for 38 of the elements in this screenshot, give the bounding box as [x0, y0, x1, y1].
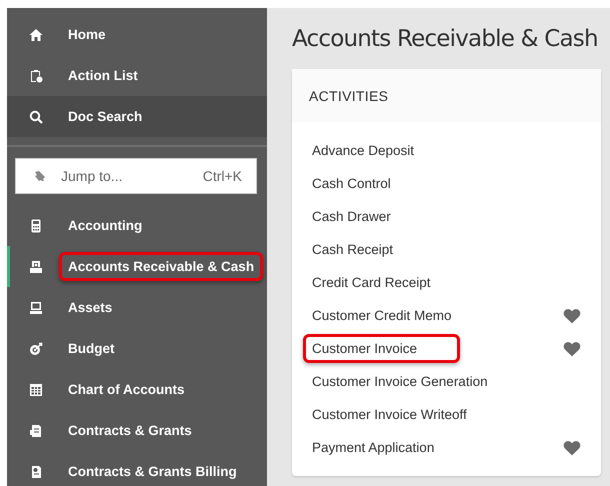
- activity-link[interactable]: Customer Credit Memo: [303, 301, 461, 330]
- table-icon: [29, 382, 43, 396]
- highlight-box: Accounts Receivable & Cash: [59, 252, 264, 281]
- nav-item[interactable]: Assets: [7, 287, 267, 328]
- document-icon: [29, 464, 43, 478]
- nav-item[interactable]: Doc Search: [7, 96, 267, 137]
- heart-icon[interactable]: [563, 440, 581, 456]
- clipboard-icon: [29, 68, 43, 82]
- activity-link[interactable]: Cash Drawer: [303, 202, 400, 231]
- activity-link[interactable]: Customer Invoice: [303, 334, 460, 363]
- search-icon: [29, 110, 43, 124]
- activity-link[interactable]: Cash Control: [303, 169, 400, 198]
- card-header: ACTIVITIES: [292, 69, 601, 122]
- calculator-icon: [29, 218, 43, 232]
- nav-item[interactable]: Action List: [7, 55, 267, 96]
- activity-link[interactable]: Payment Application: [303, 433, 444, 462]
- nav-item[interactable]: Accounts Receivable & Cash: [7, 246, 267, 287]
- activity-link[interactable]: Customer Invoice Writeoff: [303, 400, 476, 429]
- shortcut-hint: Ctrl+K: [202, 168, 242, 184]
- document-icon: [29, 424, 43, 438]
- jump-to-field[interactable]: Jump to... Ctrl+K: [15, 158, 257, 194]
- activity-link[interactable]: Advance Deposit: [303, 136, 424, 165]
- nav-item[interactable]: Chart of Accounts: [7, 369, 267, 410]
- target-icon: [29, 342, 43, 356]
- home-icon: [29, 28, 43, 42]
- nav-item[interactable]: Contracts & Grants Billing: [7, 451, 267, 486]
- nav-item[interactable]: Contracts & Grants: [7, 410, 267, 451]
- nav-item[interactable]: Budget: [7, 328, 267, 369]
- monitor-icon: [29, 300, 43, 314]
- activity-link[interactable]: Cash Receipt: [303, 235, 402, 264]
- jump-input[interactable]: Jump to...: [61, 168, 203, 184]
- activity-link[interactable]: Customer Invoice Generation: [303, 367, 497, 396]
- heart-icon[interactable]: [563, 340, 581, 356]
- activity-link[interactable]: Credit Card Receipt: [303, 268, 440, 297]
- nav-item[interactable]: Accounting: [7, 205, 267, 246]
- page-title: Accounts Receivable & Cash: [292, 26, 599, 52]
- nav-item[interactable]: Home: [7, 14, 267, 55]
- heart-icon[interactable]: [563, 308, 581, 324]
